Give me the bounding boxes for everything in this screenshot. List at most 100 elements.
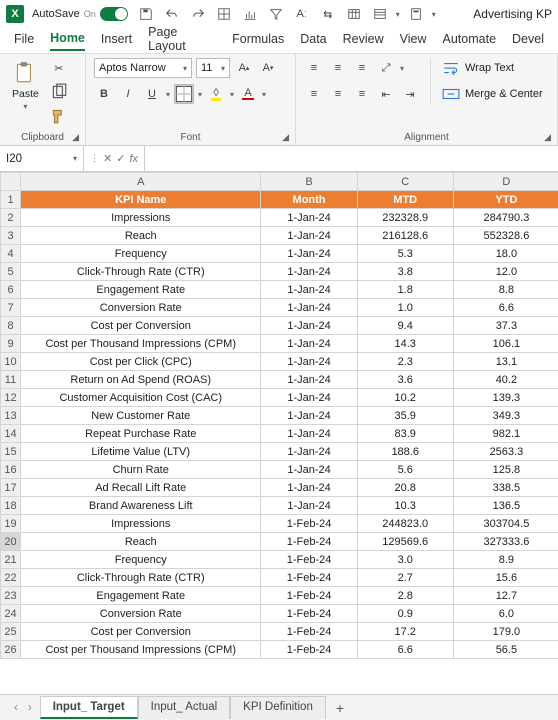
cell[interactable]: Conversion Rate <box>21 605 261 623</box>
row-header[interactable]: 17 <box>1 479 21 497</box>
undo-icon[interactable] <box>162 4 182 24</box>
cell[interactable]: 1-Jan-24 <box>261 443 357 461</box>
cell[interactable]: Click-Through Rate (CTR) <box>21 263 261 281</box>
cut-icon[interactable]: ✂ <box>49 58 69 78</box>
row-header[interactable]: 16 <box>1 461 21 479</box>
cell[interactable]: 982.1 <box>453 425 558 443</box>
table-header-cell[interactable]: MTD <box>357 191 453 209</box>
row-header[interactable]: 12 <box>1 389 21 407</box>
cell[interactable]: 1-Jan-24 <box>261 371 357 389</box>
row-header[interactable]: 24 <box>1 605 21 623</box>
formula-input[interactable] <box>145 146 558 171</box>
cell[interactable]: Cost per Conversion <box>21 317 261 335</box>
cell[interactable]: 12.0 <box>453 263 558 281</box>
cell[interactable]: 338.5 <box>453 479 558 497</box>
select-all-corner[interactable] <box>1 173 21 191</box>
cell[interactable]: 18.0 <box>453 245 558 263</box>
dialog-launcher-icon[interactable]: ◢ <box>544 132 551 143</box>
copy-icon[interactable] <box>49 82 69 102</box>
cell[interactable]: 1-Jan-24 <box>261 353 357 371</box>
cell[interactable]: 2.8 <box>357 587 453 605</box>
cell[interactable]: Impressions <box>21 209 261 227</box>
cell[interactable]: Cost per Conversion <box>21 623 261 641</box>
row-header[interactable]: 21 <box>1 551 21 569</box>
column-header[interactable]: D <box>453 173 558 191</box>
cell[interactable]: 136.5 <box>453 497 558 515</box>
cell[interactable]: 1-Jan-24 <box>261 209 357 227</box>
worksheet-grid[interactable]: A B C D 1KPI NameMonthMTDYTD2Impressions… <box>0 172 558 694</box>
cell[interactable]: 1-Jan-24 <box>261 461 357 479</box>
cell[interactable]: 1.0 <box>357 299 453 317</box>
qat-link-icon[interactable]: ⇆ <box>318 4 338 24</box>
column-header[interactable]: C <box>357 173 453 191</box>
cell[interactable]: Churn Rate <box>21 461 261 479</box>
add-sheet-button[interactable]: + <box>326 700 354 716</box>
cell[interactable]: 83.9 <box>357 425 453 443</box>
tab-home[interactable]: Home <box>50 31 85 51</box>
cell[interactable]: 3.8 <box>357 263 453 281</box>
cell[interactable]: 1-Feb-24 <box>261 641 357 659</box>
cell[interactable]: 232328.9 <box>357 209 453 227</box>
row-header[interactable]: 15 <box>1 443 21 461</box>
cell[interactable]: 1-Feb-24 <box>261 569 357 587</box>
cell[interactable]: Reach <box>21 533 261 551</box>
qat-dropdown2-icon[interactable]: ▾ <box>432 10 436 19</box>
row-header[interactable]: 1 <box>1 191 21 209</box>
qat-grid-icon[interactable] <box>214 4 234 24</box>
tab-insert[interactable]: Insert <box>101 32 132 50</box>
paste-button[interactable]: Paste ▾ <box>8 58 43 113</box>
cell[interactable]: 1-Feb-24 <box>261 533 357 551</box>
align-top-icon[interactable]: ≡ <box>304 58 324 78</box>
cell[interactable]: 12.7 <box>453 587 558 605</box>
cell[interactable]: 1-Jan-24 <box>261 479 357 497</box>
cell[interactable]: New Customer Rate <box>21 407 261 425</box>
cell[interactable]: 0.9 <box>357 605 453 623</box>
cell[interactable]: 2563.3 <box>453 443 558 461</box>
cell[interactable]: 1-Feb-24 <box>261 551 357 569</box>
cell[interactable]: 303704.5 <box>453 515 558 533</box>
tab-review[interactable]: Review <box>343 32 384 50</box>
cell[interactable]: 349.3 <box>453 407 558 425</box>
row-header[interactable]: 4 <box>1 245 21 263</box>
dialog-launcher-icon[interactable]: ◢ <box>72 132 79 143</box>
chevron-down-icon[interactable]: ▾ <box>198 90 202 99</box>
bold-button[interactable]: B <box>94 84 114 104</box>
cell[interactable]: Brand Awareness Lift <box>21 497 261 515</box>
cell[interactable]: 1.8 <box>357 281 453 299</box>
cell[interactable]: 56.5 <box>453 641 558 659</box>
autosave-toggle[interactable]: AutoSave On <box>32 7 128 21</box>
redo-icon[interactable] <box>188 4 208 24</box>
sheet-next-icon[interactable]: › <box>28 702 32 714</box>
cell[interactable]: 1-Jan-24 <box>261 335 357 353</box>
row-header[interactable]: 20 <box>1 533 21 551</box>
row-header[interactable]: 25 <box>1 623 21 641</box>
cell[interactable]: Cost per Thousand Impressions (CPM) <box>21 335 261 353</box>
row-header[interactable]: 18 <box>1 497 21 515</box>
column-header[interactable]: A <box>21 173 261 191</box>
cell[interactable]: 129569.6 <box>357 533 453 551</box>
cell[interactable]: Customer Acquisition Cost (CAC) <box>21 389 261 407</box>
cell[interactable]: 1-Jan-24 <box>261 281 357 299</box>
tab-devel[interactable]: Devel <box>512 32 544 50</box>
cell[interactable]: 1-Jan-24 <box>261 227 357 245</box>
cell[interactable]: 1-Feb-24 <box>261 605 357 623</box>
merge-center-button[interactable]: Merge & Center <box>441 84 543 104</box>
tab-data[interactable]: Data <box>300 32 326 50</box>
cell[interactable]: 2.3 <box>357 353 453 371</box>
qat-calc-icon[interactable] <box>406 4 426 24</box>
align-middle-icon[interactable]: ≡ <box>328 58 348 78</box>
cell[interactable]: 106.1 <box>453 335 558 353</box>
qat-table-icon[interactable] <box>344 4 364 24</box>
cell[interactable]: 179.0 <box>453 623 558 641</box>
cell[interactable]: 9.4 <box>357 317 453 335</box>
chevron-down-icon[interactable]: ▾ <box>23 102 27 111</box>
cell[interactable]: Cost per Thousand Impressions (CPM) <box>21 641 261 659</box>
cell[interactable]: Repeat Purchase Rate <box>21 425 261 443</box>
qat-chart-icon[interactable] <box>240 4 260 24</box>
cell[interactable]: 15.6 <box>453 569 558 587</box>
cell[interactable]: 1-Feb-24 <box>261 623 357 641</box>
qat-text-icon[interactable]: Aː <box>292 4 312 24</box>
cell[interactable]: Frequency <box>21 245 261 263</box>
row-header[interactable]: 3 <box>1 227 21 245</box>
row-header[interactable]: 23 <box>1 587 21 605</box>
